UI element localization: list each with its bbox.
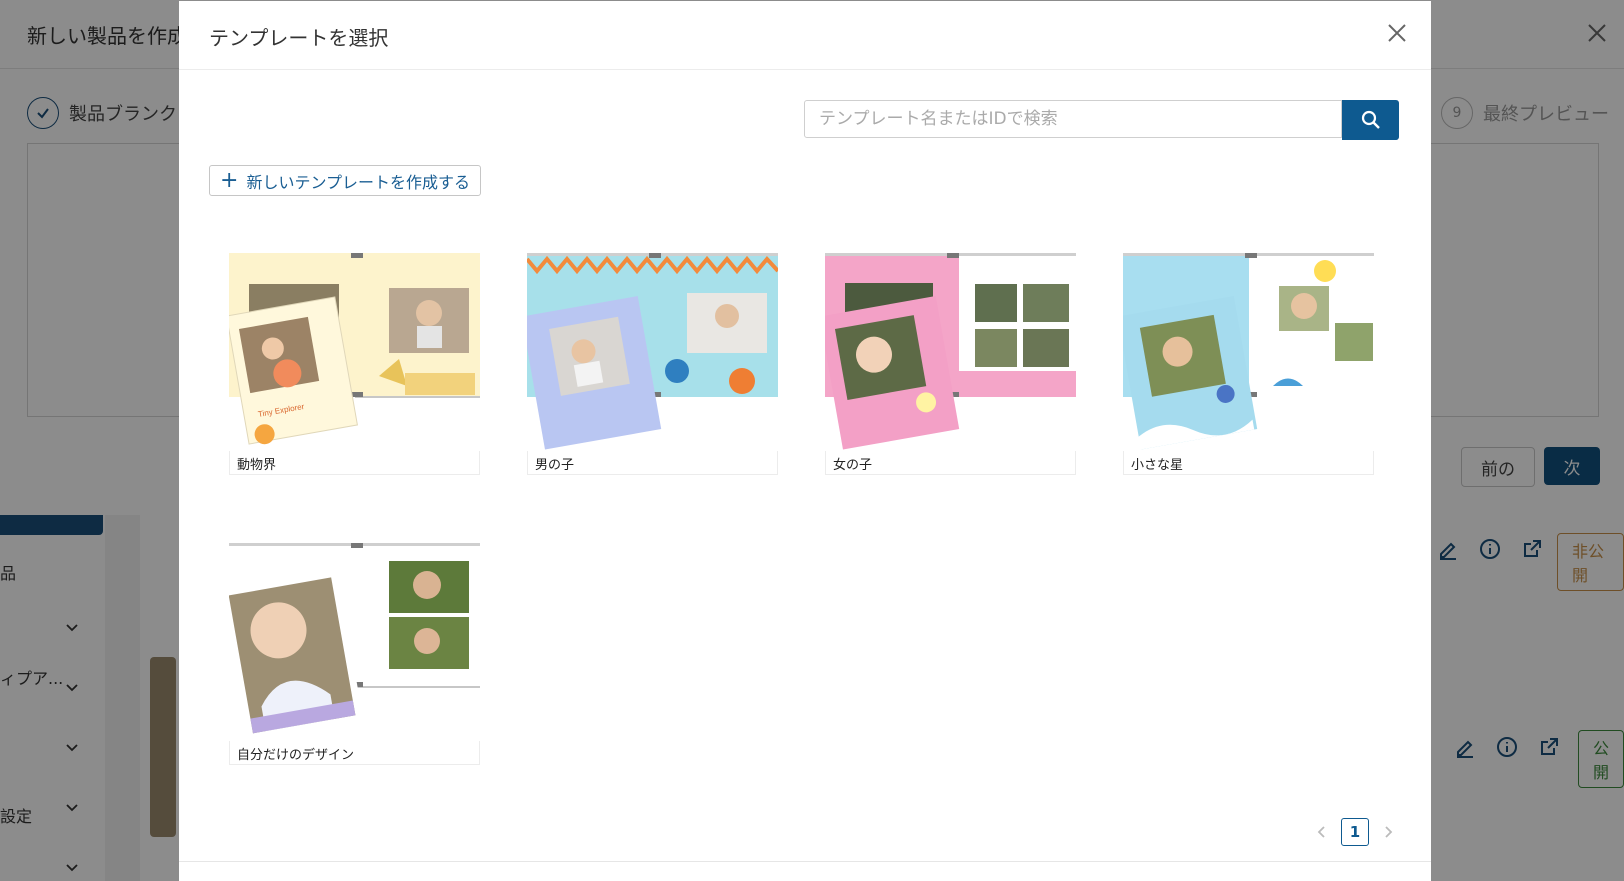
template-card-boy[interactable]: 男の子 xyxy=(527,251,778,475)
search-icon xyxy=(1361,110,1380,129)
page-number-current[interactable]: 1 xyxy=(1341,818,1369,846)
template-thumbnail xyxy=(1123,251,1374,451)
template-name: 男の子 xyxy=(527,451,778,475)
search-bar xyxy=(804,100,1399,140)
create-template-label: 新しいテンプレートを作成する xyxy=(246,172,470,192)
template-card-custom[interactable]: 自分だけのデザイン xyxy=(229,541,480,765)
template-card-star[interactable]: 小さな星 xyxy=(1123,251,1374,475)
template-thumbnail xyxy=(527,251,778,451)
plus-icon: + xyxy=(220,167,239,193)
template-name: 動物界 xyxy=(229,451,480,475)
search-button[interactable] xyxy=(1342,100,1399,140)
divider xyxy=(179,861,1431,862)
close-icon[interactable] xyxy=(1385,21,1409,45)
template-select-modal: テンプレートを選択 + 新しいテンプレートを作成する xyxy=(179,1,1431,881)
template-card-girl[interactable]: 女の子 xyxy=(825,251,1076,475)
modal-header: テンプレートを選択 xyxy=(179,1,1431,70)
search-input[interactable] xyxy=(804,100,1342,138)
template-thumbnail xyxy=(229,541,480,741)
create-template-button[interactable]: + 新しいテンプレートを作成する xyxy=(209,165,481,196)
modal-title: テンプレートを選択 xyxy=(209,26,389,50)
pagination: 1 xyxy=(1315,818,1395,846)
template-thumbnail: Tiny Explorer xyxy=(229,251,480,451)
chevron-right-icon[interactable] xyxy=(1381,825,1395,839)
template-card-animal[interactable]: Tiny Explorer 動物界 xyxy=(229,251,480,475)
template-thumbnail xyxy=(825,251,1076,451)
chevron-left-icon[interactable] xyxy=(1315,825,1329,839)
template-name: 女の子 xyxy=(825,451,1076,475)
template-name: 自分だけのデザイン xyxy=(229,741,480,765)
template-name: 小さな星 xyxy=(1123,451,1374,475)
